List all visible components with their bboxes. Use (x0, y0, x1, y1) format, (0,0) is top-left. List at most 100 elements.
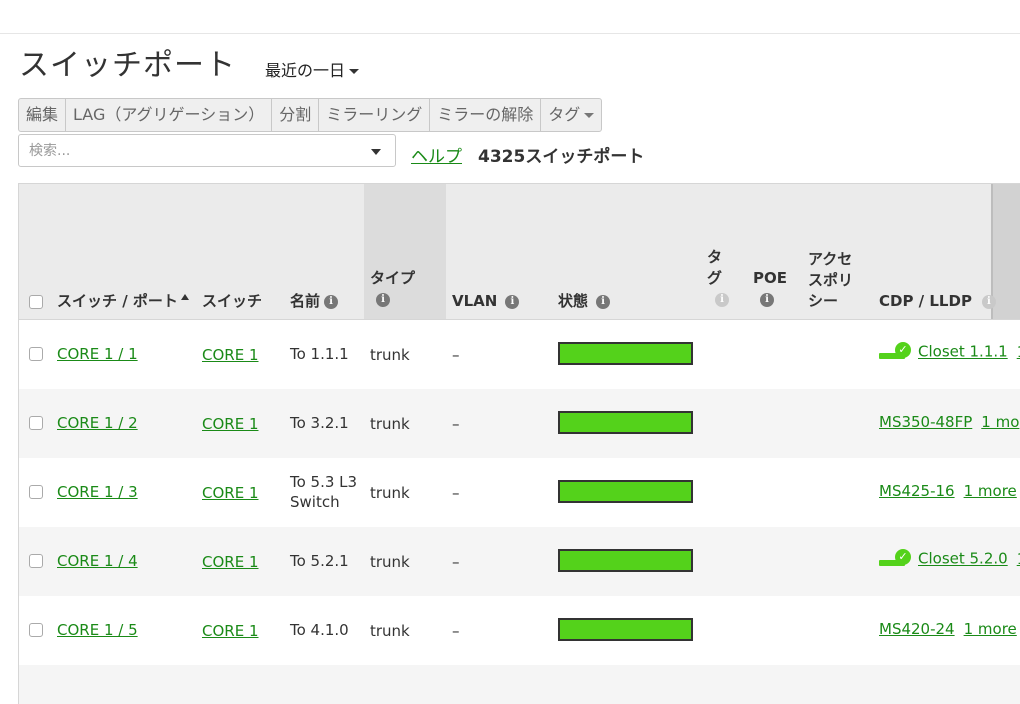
header-status-label: 状態 (558, 292, 589, 310)
cdp-neighbor-link[interactable]: Closet 1.1.1 (918, 343, 1008, 361)
port-vlan: – (452, 415, 460, 433)
port-name-line1: To 3.2.1 (290, 414, 349, 432)
info-icon[interactable]: i (324, 294, 339, 309)
status-bar[interactable] (558, 549, 693, 572)
status-bar[interactable] (558, 618, 693, 641)
table-row[interactable]: CORE 1 / 2 CORE 1 To 3.2.1 trunk – MS350… (19, 389, 1020, 458)
table-row[interactable]: CORE 1 / 4 CORE 1 To 5.2.1 trunk – ✓ Clos… (19, 527, 1020, 596)
row-checkbox[interactable] (29, 485, 43, 499)
port-type: trunk (370, 622, 410, 640)
switch-link[interactable]: CORE 1 (202, 414, 259, 434)
cdp-more-link[interactable]: 1 more (964, 482, 1017, 500)
unmirror-button[interactable]: ミラーの解除 (430, 99, 542, 131)
status-bar[interactable] (558, 480, 693, 503)
table-row[interactable] (19, 665, 1020, 704)
search-dropdown-icon[interactable] (371, 149, 381, 155)
cdp-neighbor-link[interactable]: Closet 5.2.0 (918, 550, 1008, 568)
port-link[interactable]: CORE 1 / 5 (57, 620, 138, 640)
cdp-lldp-cell: ✓Closet 1.1.11 (879, 342, 1020, 362)
switch-link[interactable]: CORE 1 (202, 621, 259, 641)
port-link[interactable]: CORE 1 / 4 (57, 551, 138, 571)
check-icon: ✓ (895, 549, 911, 565)
info-icon[interactable]: i (715, 292, 729, 307)
cdp-more-link[interactable]: 1 more (964, 620, 1017, 638)
header-tags-line1: タ (707, 248, 723, 266)
mirror-button[interactable]: ミラーリング (319, 99, 431, 131)
info-icon[interactable]: i (505, 294, 520, 309)
check-icon: ✓ (895, 342, 911, 358)
table-row[interactable]: CORE 1 / 1 CORE 1 To 1.1.1 trunk – ✓ Clos… (19, 320, 1020, 389)
header-cdp-lldp[interactable]: CDP / LLDP i (879, 291, 996, 312)
port-vlan: – (452, 346, 460, 364)
header-cdp-lldp-label: CDP / LLDP (879, 292, 972, 310)
header-tags[interactable]: タグi (707, 247, 729, 310)
status-bar[interactable] (558, 411, 693, 434)
port-link[interactable]: CORE 1 / 3 (57, 482, 138, 502)
port-name: To 4.1.0 (290, 620, 349, 640)
header-vlan[interactable]: VLAN i (452, 291, 520, 312)
port-type: trunk (370, 553, 410, 571)
row-checkbox[interactable] (29, 554, 43, 568)
header-poe[interactable]: POE i (753, 268, 787, 310)
header-name[interactable]: 名前 i (290, 291, 339, 312)
header-type[interactable]: タイプ i (370, 268, 415, 310)
port-name: To 1.1.1 (290, 344, 349, 364)
search-input[interactable] (27, 142, 351, 160)
table-row[interactable]: CORE 1 / 5 CORE 1 To 4.1.0 trunk – MS420… (19, 596, 1020, 665)
header-access-line1: アクセ (808, 250, 853, 268)
select-all-checkbox[interactable] (29, 295, 43, 309)
port-name-line1: To 5.3 L3 (290, 473, 358, 491)
info-icon[interactable]: i (981, 294, 996, 309)
cdp-lldp-cell: MS420-24 1 more (879, 620, 1017, 638)
row-checkbox[interactable] (29, 416, 43, 430)
status-bar[interactable] (558, 342, 693, 365)
header-access-line3: シー (808, 292, 839, 310)
cdp-lldp-cell: MS425-16 1 more (879, 482, 1017, 500)
edit-button[interactable]: 編集 (19, 99, 67, 131)
page-title: スイッチポート (19, 48, 236, 83)
info-icon[interactable]: i (760, 292, 774, 307)
port-link[interactable]: CORE 1 / 1 (57, 344, 138, 364)
header-switch-port[interactable]: スイッチ / ポート (57, 291, 189, 312)
header-access-policy[interactable]: アクセ スポリ シー (808, 249, 853, 312)
cdp-neighbor-link[interactable]: MS425-16 (879, 482, 955, 500)
cdp-lldp-cell: MS350-48FP 1 mo (879, 413, 1019, 431)
switch-link[interactable]: CORE 1 (202, 345, 259, 365)
table-row[interactable]: CORE 1 / 3 CORE 1 To 5.3 L3 Switch trunk … (19, 458, 1020, 527)
switch-link[interactable]: CORE 1 (202, 483, 259, 503)
switchports-table: スイッチ / ポート スイッチ 名前 i タイプ i VLAN i 状態 i タグi P… (18, 183, 1020, 704)
port-count: 4325スイッチポート (478, 147, 645, 167)
top-divider (0, 33, 1020, 34)
port-vlan: – (452, 553, 460, 571)
header-switch-port-label: スイッチ / ポート (57, 292, 178, 310)
port-type: trunk (370, 484, 410, 502)
port-name-line1: To 1.1.1 (290, 345, 349, 363)
cdp-more-link[interactable]: 1 mo (981, 413, 1019, 431)
info-icon[interactable]: i (376, 292, 390, 307)
search-box (18, 134, 396, 167)
switch-ok-icon: ✓ (879, 549, 913, 569)
port-name: To 5.2.1 (290, 551, 349, 571)
cdp-lldp-cell: ✓Closet 5.2.01 (879, 549, 1020, 569)
port-name-line1: To 5.2.1 (290, 552, 349, 570)
header-switch[interactable]: スイッチ (202, 291, 262, 312)
help-link[interactable]: ヘルプ (411, 142, 462, 167)
switch-link[interactable]: CORE 1 (202, 552, 259, 572)
port-type: trunk (370, 346, 410, 364)
sort-asc-icon (180, 293, 189, 300)
info-icon[interactable]: i (596, 294, 611, 309)
period-dropdown[interactable]: 最近の一日 (265, 57, 360, 81)
row-checkbox[interactable] (29, 623, 43, 637)
header-tags-line2: グ (707, 269, 723, 287)
split-button[interactable]: 分割 (272, 99, 320, 131)
cdp-neighbor-link[interactable]: MS420-24 (879, 620, 955, 638)
tags-dropdown[interactable]: タグ (541, 99, 601, 131)
cdp-neighbor-link[interactable]: MS350-48FP (879, 413, 972, 431)
port-name-line1: To 4.1.0 (290, 621, 349, 639)
row-checkbox[interactable] (29, 347, 43, 361)
header-type-label: タイプ (370, 269, 416, 287)
header-poe-label: POE (753, 269, 787, 287)
port-link[interactable]: CORE 1 / 2 (57, 413, 138, 433)
header-status[interactable]: 状態 i (558, 291, 611, 312)
lag-button[interactable]: LAG（アグリゲーション） (66, 99, 273, 131)
